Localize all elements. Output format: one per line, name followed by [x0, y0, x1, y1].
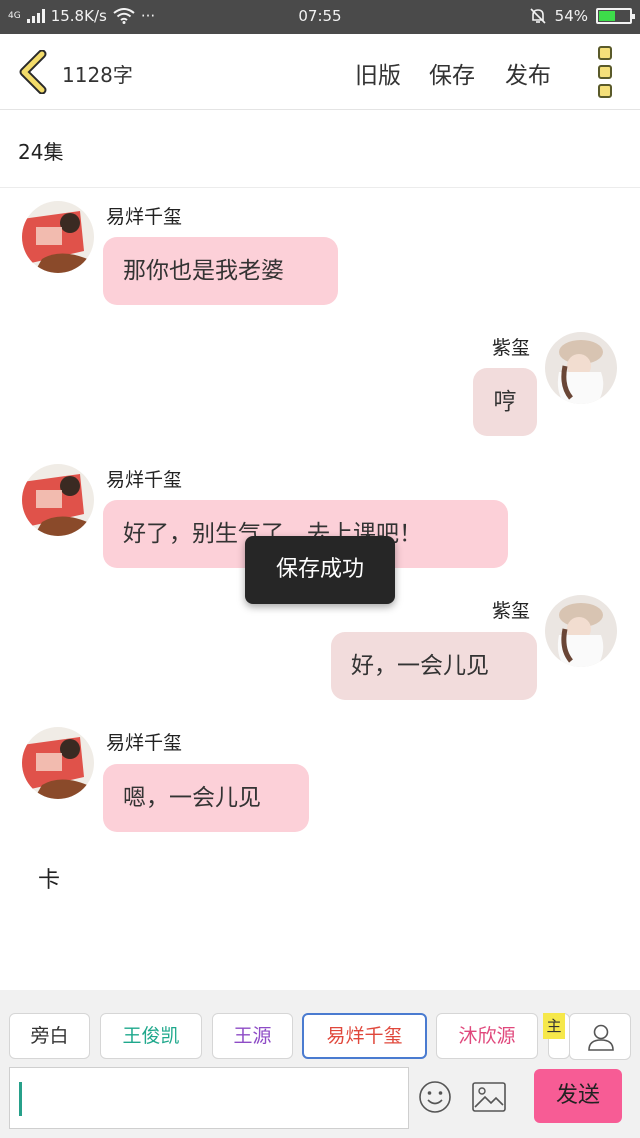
chat-bubble[interactable]: 那你也是我老婆 [103, 237, 338, 305]
episode-title: 24集 [18, 140, 64, 164]
character-chip[interactable]: 王源 [212, 1013, 293, 1059]
status-right: 54% [529, 7, 635, 25]
chip-label: 王俊凯 [122, 1025, 180, 1047]
text-caret [19, 1082, 22, 1116]
chip-label: 王源 [233, 1025, 272, 1047]
chat-bubble[interactable]: 哼 [473, 368, 537, 436]
message-input[interactable] [28, 1076, 398, 1120]
battery-icon [596, 8, 635, 24]
sender-name: 易烊千玺 [106, 206, 183, 228]
save-success-toast: 保存成功 [245, 536, 395, 604]
avatar-right [545, 332, 617, 404]
more-menu-icon[interactable] [598, 46, 614, 98]
image-icon[interactable] [472, 1082, 506, 1112]
end-marker: 卡 [38, 868, 61, 893]
avatar-right [545, 595, 617, 667]
main-character-tag: 主 [543, 1013, 565, 1039]
old-version-button[interactable]: 旧版 [355, 56, 401, 90]
sender-name: 易烊千玺 [106, 469, 183, 491]
sender-name: 紫玺 [492, 600, 531, 622]
chip-label: 易烊千玺 [326, 1025, 403, 1047]
back-arrow-icon[interactable] [16, 50, 50, 94]
avatar-left [22, 464, 94, 536]
character-chip-narrator[interactable]: 旁白 [9, 1013, 90, 1059]
publish-button[interactable]: 发布 [505, 56, 551, 90]
status-bar: 4G 15.8K/s ··· 07:55 54% [0, 0, 640, 34]
word-count: 1128字 [62, 63, 133, 87]
character-chip-selected[interactable]: 易烊千玺 [302, 1013, 427, 1059]
mute-bell-icon [530, 8, 546, 24]
sender-name: 紫玺 [492, 337, 531, 359]
avatar-left [22, 727, 94, 799]
chat-bubble[interactable]: 好，一会儿见 [331, 632, 537, 700]
emoji-icon[interactable] [418, 1080, 452, 1114]
chat-bubble[interactable]: 嗯，一会儿见 [103, 764, 309, 832]
avatar-left [22, 201, 94, 273]
character-chip[interactable]: 王俊凯 [100, 1013, 202, 1059]
sender-name: 易烊千玺 [106, 732, 183, 754]
editor-header: 1128字 旧版 保存 发布 [0, 34, 640, 110]
chip-label: 沐欣源 [458, 1025, 516, 1047]
save-button[interactable]: 保存 [429, 56, 475, 90]
battery-fill [599, 11, 615, 21]
chip-label: 旁白 [30, 1025, 69, 1047]
episode-title-bar[interactable]: 24集 [0, 110, 640, 188]
message-input-box[interactable] [9, 1067, 409, 1129]
user-icon [588, 1024, 614, 1051]
character-chip[interactable]: 沐欣源 [436, 1013, 538, 1059]
send-button[interactable]: 发送 [534, 1069, 622, 1123]
add-character-button[interactable] [569, 1013, 631, 1060]
battery-percent: 54% [554, 7, 588, 25]
